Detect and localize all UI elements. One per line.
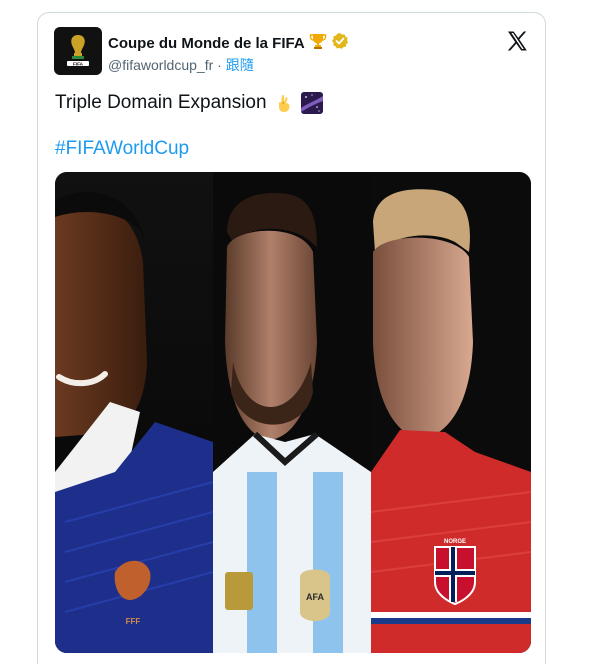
tweet-image[interactable]: FFF AFA NORGE	[55, 172, 531, 653]
verified-badge-icon[interactable]	[331, 32, 349, 54]
fff-badge-text: FFF	[126, 617, 141, 626]
tweet-card[interactable]: FIFA Coupe du Monde de la FIFA @fifaworl…	[37, 12, 546, 664]
handle-row: @fifaworldcup_fr · 跟隨	[108, 55, 254, 75]
fifa-trophy-logo: FIFA	[61, 31, 95, 71]
afa-badge-text: AFA	[306, 592, 325, 602]
panel-france: FFF	[55, 172, 214, 653]
account-avatar[interactable]: FIFA	[54, 27, 102, 75]
panel-argentina: AFA	[213, 172, 371, 653]
x-logo-icon[interactable]	[505, 29, 529, 53]
tweet-body: Triple Domain Expansion	[55, 92, 267, 113]
crossed-fingers-emoji	[273, 92, 295, 114]
tweet-text: Triple Domain Expansion	[55, 91, 323, 115]
display-name[interactable]: Coupe du Monde de la FIFA	[108, 35, 305, 52]
follow-link[interactable]: 跟隨	[226, 57, 254, 73]
account-name-row[interactable]: Coupe du Monde de la FIFA	[108, 32, 349, 54]
account-handle[interactable]: @fifaworldcup_fr	[108, 57, 213, 73]
svg-text:FIFA: FIFA	[73, 61, 84, 66]
trophy-icon	[309, 32, 327, 54]
panel-norway: NORGE	[370, 172, 531, 653]
separator: ·	[213, 57, 226, 73]
milky-way-emoji	[300, 92, 323, 114]
hashtag-link[interactable]: #FIFAWorldCup	[55, 137, 189, 161]
three-players-composite-image: FFF AFA NORGE	[55, 172, 531, 653]
norge-badge-text: NORGE	[444, 539, 466, 545]
